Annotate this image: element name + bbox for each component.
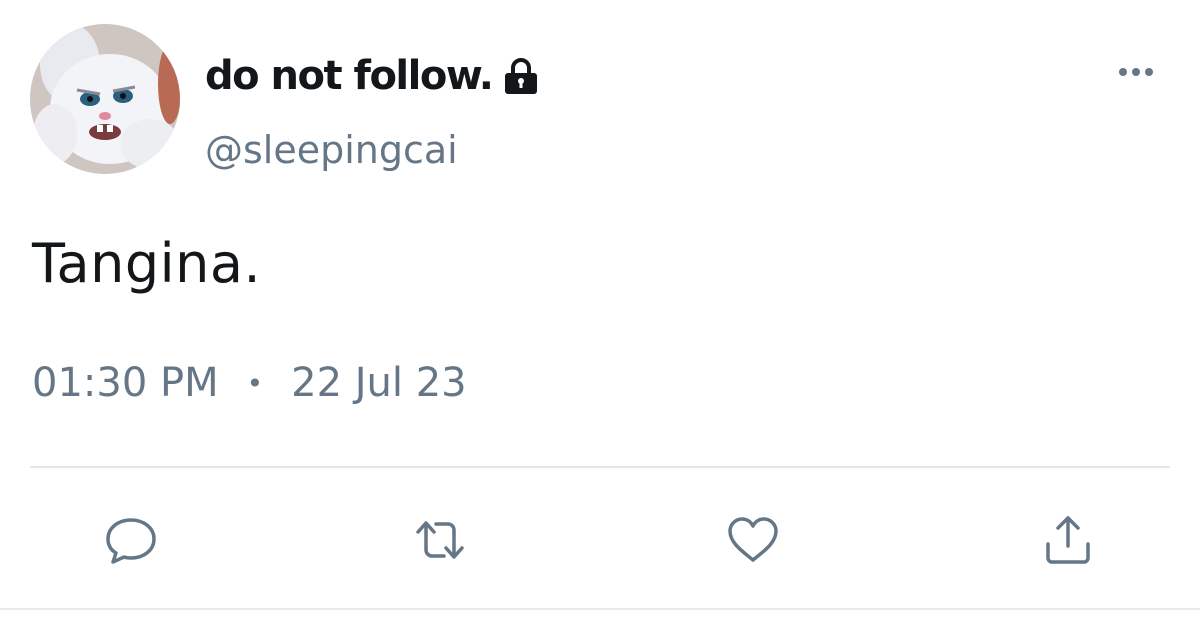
- divider: [30, 466, 1170, 468]
- heart-icon: [728, 517, 778, 562]
- tweet-timestamp: 01:30 PM • 22 Jul 23: [32, 360, 467, 406]
- more-horizontal-icon[interactable]: [1116, 60, 1156, 84]
- avatar[interactable]: [30, 24, 180, 174]
- display-name[interactable]: do not follow.: [205, 53, 494, 99]
- retweet-button[interactable]: [412, 512, 468, 568]
- reply-button[interactable]: [103, 512, 159, 568]
- reply-icon: [106, 518, 156, 564]
- share-button[interactable]: [1040, 512, 1096, 568]
- like-button[interactable]: [725, 512, 781, 568]
- tweet-card: do not follow. @sleepingcai Tangina. 01:…: [0, 0, 1200, 627]
- bottom-divider: [0, 608, 1200, 610]
- user-handle[interactable]: @sleepingcai: [205, 128, 458, 172]
- tweet-date[interactable]: 22 Jul 23: [291, 360, 467, 406]
- display-name-row: do not follow.: [205, 46, 540, 106]
- meta-separator: •: [246, 366, 264, 400]
- tweet-time[interactable]: 01:30 PM: [32, 360, 219, 406]
- tweet-text: Tangina.: [32, 232, 262, 295]
- retweet-icon: [416, 521, 464, 559]
- bunny-avatar-image: [30, 24, 180, 174]
- share-icon: [1046, 516, 1090, 564]
- lock-icon: [502, 56, 540, 96]
